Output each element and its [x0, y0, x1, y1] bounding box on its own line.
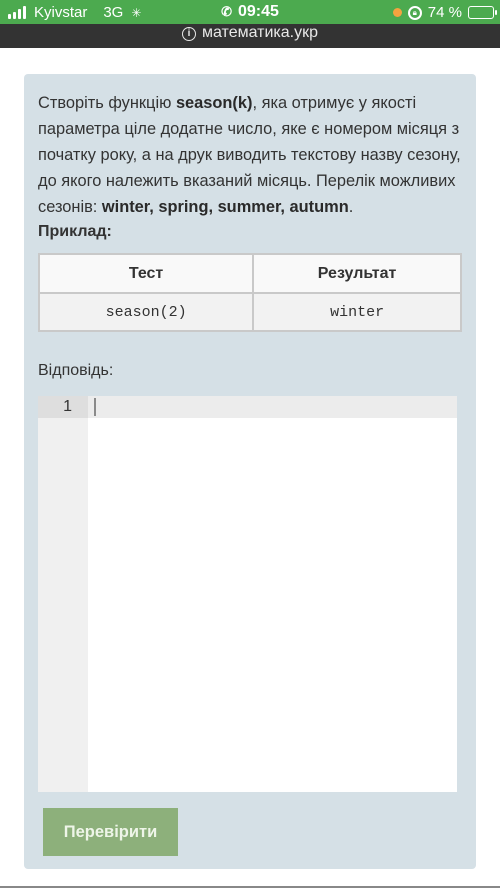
rotation-lock-icon: 🔒︎ — [407, 5, 422, 20]
info-icon[interactable]: i — [182, 27, 196, 41]
mic-indicator-dot-icon — [392, 8, 402, 17]
line-number: 1 — [63, 398, 72, 415]
check-button[interactable]: Перевірити — [43, 808, 178, 856]
phone-call-icon: ✆ — [221, 4, 232, 19]
task-description: Створіть функцію season(k), яка отримує … — [38, 90, 466, 220]
function-name: season(k) — [175, 94, 253, 112]
cell-result: winter — [252, 292, 462, 332]
desc-text: Створіть функцію — [38, 94, 176, 112]
header-result: Результат — [252, 253, 462, 294]
address-bar[interactable]: i математика.укр — [0, 24, 500, 48]
header-test: Тест — [37, 253, 255, 294]
status-right: 🔒︎ 74 % — [392, 4, 497, 21]
question-card: Створіть функцію season(k), яка отримує … — [24, 74, 476, 869]
cell-test: season(2) — [37, 292, 255, 332]
seasons-list: winter, spring, summer, autumn — [101, 198, 349, 216]
status-bar: Kyivstar 3G ✳ ✆ 09:45 🔒︎ 74 % — [0, 0, 500, 24]
table-row: season(2) winter — [37, 292, 462, 332]
battery-icon — [468, 6, 497, 19]
example-label: Приклад: — [38, 223, 112, 240]
text-cursor — [94, 398, 96, 416]
table-header-row: Тест Результат — [37, 253, 462, 294]
code-editor[interactable]: 1 — [38, 396, 457, 792]
battery-percent: 74 % — [427, 4, 462, 21]
clock: 09:45 — [237, 3, 279, 20]
url-text[interactable]: математика.укр — [202, 24, 318, 41]
example-table: Тест Результат season(2) winter — [37, 253, 462, 332]
editor-gutter — [38, 396, 88, 792]
desc-text: . — [348, 198, 354, 216]
active-line-highlight — [38, 396, 457, 418]
answer-label: Відповідь: — [38, 362, 114, 379]
